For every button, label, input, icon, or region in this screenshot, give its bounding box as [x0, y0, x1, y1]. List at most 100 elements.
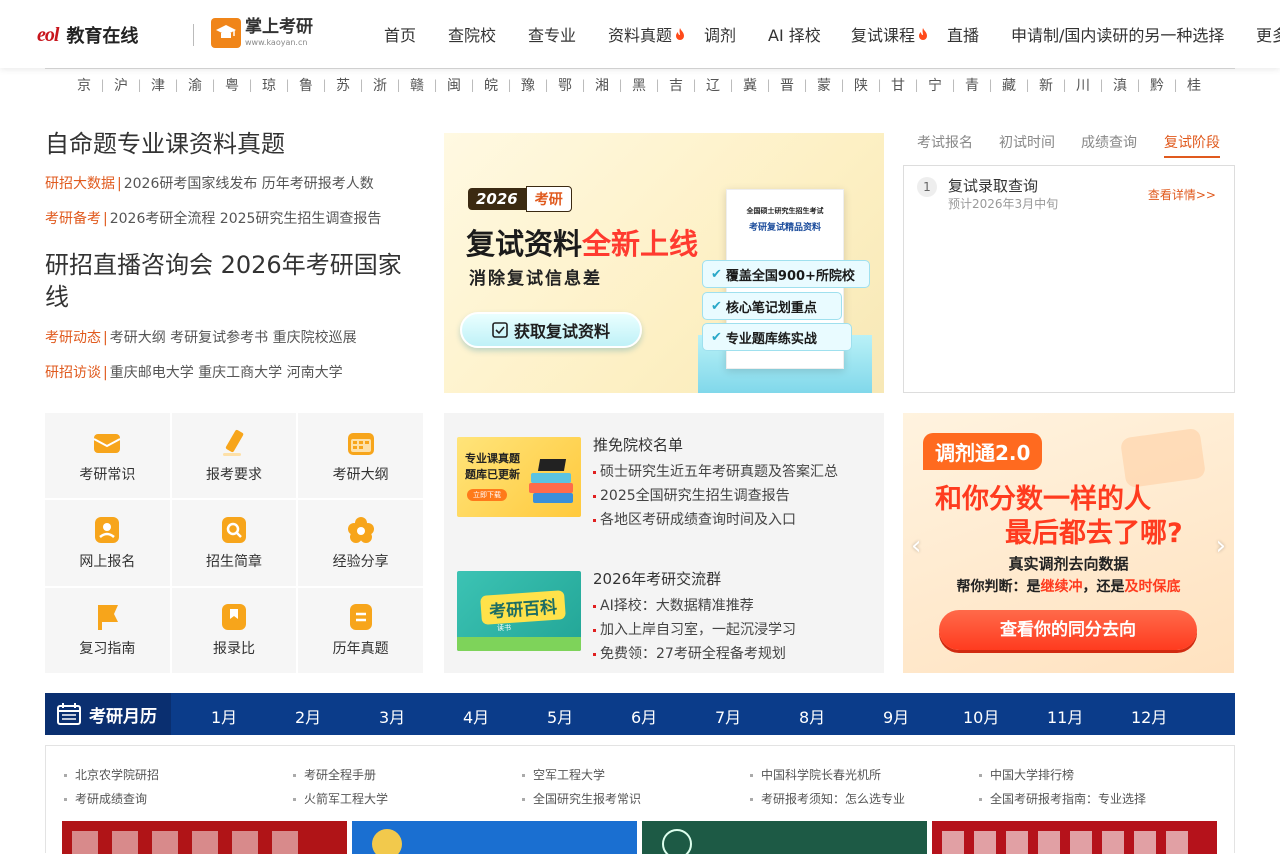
province-link[interactable]: 琼 |: [258, 75, 295, 95]
grid-item-experience[interactable]: 经验分享: [298, 500, 423, 586]
grid-item-past-papers[interactable]: 历年真题: [298, 587, 423, 673]
retest-materials-banner[interactable]: 2026 考研 复试资料全新上线 消除复试信息差 获取复试资料 全国硕士研究生招…: [444, 133, 884, 393]
carousel-next-icon[interactable]: ›: [1216, 531, 1226, 561]
month-tab[interactable]: 7月: [715, 704, 741, 728]
province-link[interactable]: 晋 |: [776, 75, 813, 95]
tab-score-query[interactable]: 成绩查询: [1081, 132, 1137, 152]
school-banner-thumbnail[interactable]: [352, 821, 637, 854]
grid-item-review-guide[interactable]: 复习指南: [45, 587, 170, 673]
promo-title[interactable]: 推免院校名单: [593, 434, 683, 455]
province-link[interactable]: 新 |: [1035, 75, 1072, 95]
province-link[interactable]: 鲁 |: [295, 75, 332, 95]
province-link[interactable]: 冀 |: [739, 75, 776, 95]
month-tab[interactable]: 1月: [211, 704, 237, 728]
carousel-prev-icon[interactable]: ‹: [911, 531, 921, 561]
province-link[interactable]: 藏 |: [998, 75, 1035, 95]
province-link[interactable]: 宁 |: [924, 75, 961, 95]
quick-link[interactable]: 全国考研报考指南：专业选择: [979, 790, 1146, 807]
promo-link[interactable]: AI择校：大数据精准推荐: [593, 594, 796, 618]
province-link[interactable]: 皖 |: [480, 75, 517, 95]
promo-link[interactable]: 加入上岸自习室，一起沉浸学习: [593, 618, 796, 642]
grid-item-admission-ratio[interactable]: 报录比: [171, 587, 297, 673]
school-banner-thumbnail[interactable]: [62, 821, 347, 854]
quick-link[interactable]: 中国大学排行榜: [979, 766, 1074, 783]
grid-item-requirements[interactable]: 报考要求: [171, 413, 297, 499]
headline-category[interactable]: 研招大数据: [45, 176, 115, 192]
month-tab[interactable]: 10月: [963, 704, 999, 728]
month-tab[interactable]: 4月: [463, 704, 489, 728]
quick-link[interactable]: 中国科学院长春光机所: [750, 766, 881, 783]
quick-link[interactable]: 全国研究生报考常识: [522, 790, 641, 807]
tab-retest-stage[interactable]: 复试阶段: [1164, 132, 1220, 158]
headline-links[interactable]: 2026考研全流程 2025研究生招生调查报告: [110, 211, 382, 227]
province-link[interactable]: 津 |: [147, 75, 184, 95]
province-link[interactable]: 苏 |: [332, 75, 369, 95]
grid-item-online-registration[interactable]: 网上报名: [45, 500, 170, 586]
province-link[interactable]: 赣 |: [406, 75, 443, 95]
nav-materials[interactable]: 资料真题: [608, 22, 686, 46]
quick-link[interactable]: 火箭军工程大学: [293, 790, 388, 807]
grid-item-admission-brochure[interactable]: 招生简章: [171, 500, 297, 586]
promo-link[interactable]: 免费领：27考研全程备考规划: [593, 642, 796, 666]
quick-link[interactable]: 空军工程大学: [522, 766, 605, 783]
month-tab[interactable]: 8月: [799, 704, 825, 728]
month-tab[interactable]: 6月: [631, 704, 657, 728]
province-link[interactable]: 鄂 |: [554, 75, 591, 95]
province-link[interactable]: 滇 |: [1109, 75, 1146, 95]
headline-category[interactable]: 研招访谈: [45, 365, 101, 381]
province-link[interactable]: 沪 |: [110, 75, 147, 95]
month-tab[interactable]: 9月: [883, 704, 909, 728]
headline-category[interactable]: 考研动态: [45, 330, 101, 346]
province-link[interactable]: 吉 |: [665, 75, 702, 95]
province-link[interactable]: 浙 |: [369, 75, 406, 95]
promo-link[interactable]: 2025全国研究生招生调查报告: [593, 484, 838, 508]
promo-title[interactable]: 2026年考研交流群: [593, 568, 721, 589]
quick-link[interactable]: 北京农学院研招: [64, 766, 159, 783]
eol-logo[interactable]: eol 教育在线: [37, 20, 138, 50]
headline-links[interactable]: 考研大纲 考研复试参考书 重庆院校巡展: [110, 330, 357, 346]
province-link[interactable]: 豫 |: [517, 75, 554, 95]
get-materials-button[interactable]: 获取复试资料: [460, 312, 642, 348]
province-link[interactable]: 渝 |: [184, 75, 221, 95]
adjustment-ad-banner[interactable]: 调剂通2.0 和你分数一样的人 最后都去了哪? 真实调剂去向数据 帮你判断：是继…: [903, 413, 1234, 673]
nav-live[interactable]: 直播: [947, 22, 979, 46]
month-tab[interactable]: 2月: [295, 704, 321, 728]
nav-ai-school[interactable]: AI 择校: [768, 22, 821, 46]
month-tab[interactable]: 3月: [379, 704, 405, 728]
promo-link[interactable]: 各地区考研成绩查询时间及入口: [593, 508, 838, 532]
nav-majors[interactable]: 查专业: [528, 22, 576, 46]
province-link[interactable]: 湘 |: [591, 75, 628, 95]
province-link[interactable]: 辽 |: [702, 75, 739, 95]
month-tab[interactable]: 5月: [547, 704, 573, 728]
promo-image-kaoyan-wiki[interactable]: 考研百科 读书: [457, 571, 581, 651]
province-link[interactable]: 粤 |: [221, 75, 258, 95]
nav-retest-courses[interactable]: 复试课程: [851, 22, 929, 46]
school-banner-thumbnail[interactable]: [932, 821, 1217, 854]
item-title[interactable]: 复试录取查询: [948, 175, 1038, 196]
province-link[interactable]: 川 |: [1072, 75, 1109, 95]
grid-item-syllabus[interactable]: 考研大纲: [298, 413, 423, 499]
province-link[interactable]: 甘 |: [887, 75, 924, 95]
quick-link[interactable]: 考研成绩查询: [64, 790, 147, 807]
month-tab[interactable]: 11月: [1047, 704, 1083, 728]
tab-registration[interactable]: 考试报名: [917, 132, 973, 152]
promo-image-question-bank[interactable]: 专业课真题 题库已更新 立即下载: [457, 437, 581, 517]
view-details-link[interactable]: 查看详情>>: [1148, 186, 1216, 203]
tab-exam-time[interactable]: 初试时间: [999, 132, 1055, 152]
headline-links[interactable]: 2026研考国家线发布 历年考研报考人数: [124, 176, 374, 192]
province-link[interactable]: 青 |: [961, 75, 998, 95]
view-same-score-button[interactable]: 查看你的同分去向: [939, 610, 1197, 650]
grid-item-exam-knowledge[interactable]: 考研常识: [45, 413, 170, 499]
month-tab[interactable]: 12月: [1131, 704, 1167, 728]
nav-application[interactable]: 申请制/国内读研的另一种选择: [1011, 22, 1224, 46]
nav-more[interactable]: 更多: [1256, 22, 1280, 46]
headline-title-1[interactable]: 自命题专业课资料真题: [45, 128, 425, 160]
province-link[interactable]: 黔 |: [1146, 75, 1183, 95]
headline-title-2[interactable]: 研招直播咨询会 2026年考研国家线: [45, 249, 425, 313]
kaoyan-logo[interactable]: 掌上考研 www.kaoyan.cn: [211, 18, 313, 48]
school-banner-thumbnail[interactable]: [642, 821, 927, 854]
nav-home[interactable]: 首页: [384, 22, 416, 46]
headline-category[interactable]: 考研备考: [45, 211, 101, 227]
province-link[interactable]: 闽 |: [443, 75, 480, 95]
province-link[interactable]: 蒙 |: [813, 75, 850, 95]
